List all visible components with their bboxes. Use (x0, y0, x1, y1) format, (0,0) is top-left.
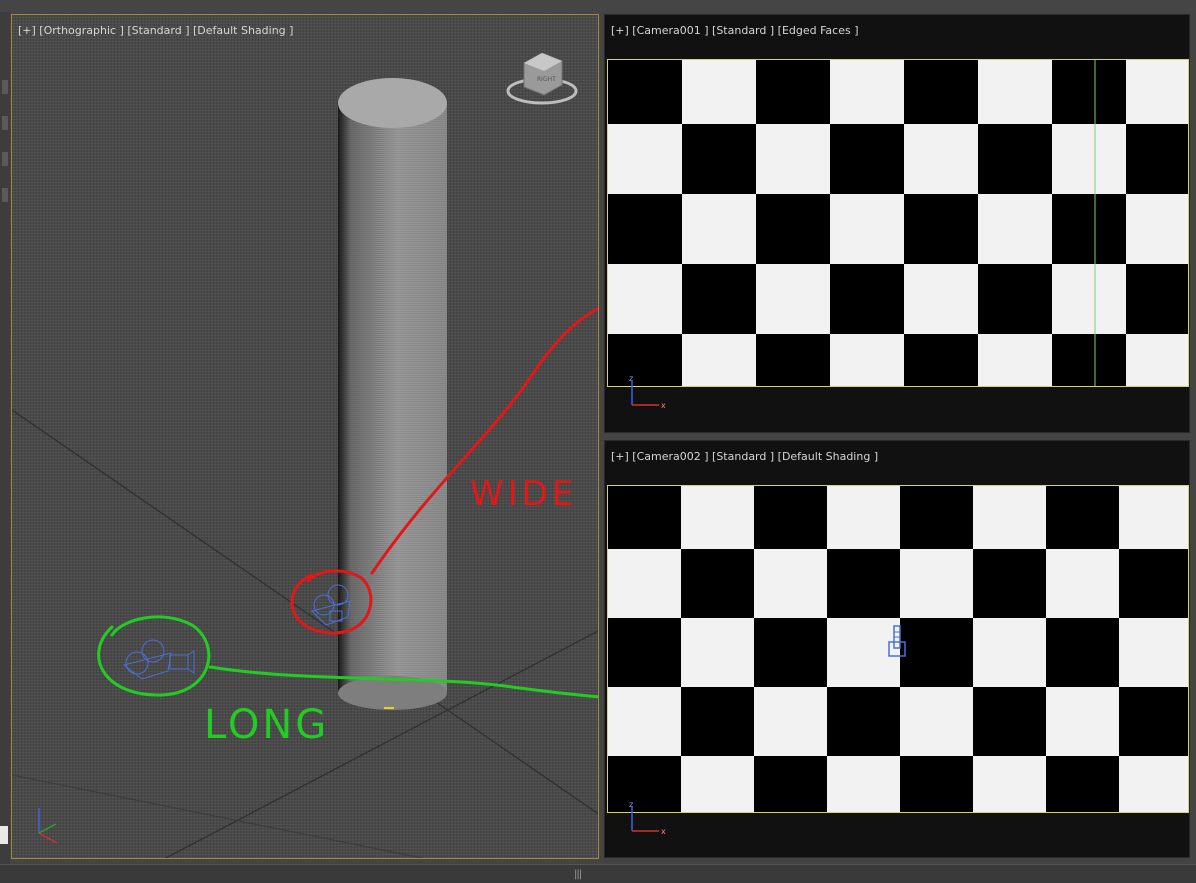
left-strip-tick[interactable] (2, 188, 8, 202)
checker-square (900, 756, 973, 812)
checker-square (608, 486, 681, 549)
camera002-viewport-label[interactable]: [+] [Camera002 ] [Standard ] [Default Sh… (611, 450, 878, 463)
axis-tripod-camera001: z x (629, 374, 666, 410)
left-strip-tick[interactable] (2, 116, 8, 130)
checker-square (978, 124, 1052, 194)
camera-long-icon[interactable] (122, 639, 195, 680)
checker-square (681, 549, 754, 618)
left-strip-panel[interactable] (0, 826, 8, 844)
checker-square (827, 549, 900, 618)
checker-square (1052, 194, 1126, 264)
left-strip-tick[interactable] (2, 80, 8, 94)
checker-square (1126, 124, 1188, 194)
camera001-safe-frame (607, 59, 1189, 387)
checker-square (1046, 756, 1119, 812)
checker-square (830, 124, 904, 194)
checker-square (754, 618, 827, 687)
checker-square (682, 264, 756, 334)
bottom-status-bar: ||| (0, 864, 1196, 883)
checker-square (608, 194, 682, 264)
checker-square (754, 756, 827, 812)
camera002-safe-frame (607, 485, 1189, 813)
checker-square (1052, 60, 1126, 124)
axis-z-label: z (629, 800, 633, 809)
checker-square (1119, 549, 1188, 618)
checker-square (827, 687, 900, 756)
checker-square (978, 264, 1052, 334)
checker-square (904, 194, 978, 264)
camera001-viewport-label[interactable]: [+] [Camera001 ] [Standard ] [Edged Face… (611, 24, 859, 37)
checker-square (756, 60, 830, 124)
checker-square (973, 549, 1046, 618)
checker-square (754, 486, 827, 549)
camera002-viewport[interactable]: [+] [Camera002 ] [Standard ] [Default Sh… (604, 440, 1190, 858)
checker-square (1046, 618, 1119, 687)
checker-square (1046, 486, 1119, 549)
axis-tripod-ortho (38, 808, 58, 844)
wide-annotation-text: WIDE (470, 474, 577, 514)
grid-line (12, 774, 425, 858)
camera001-viewport[interactable]: [+] [Camera001 ] [Standard ] [Edged Face… (604, 14, 1190, 433)
axis-tripod-camera002: z x (629, 800, 666, 836)
top-toolbar-strip (0, 0, 1196, 12)
checker-square (608, 618, 681, 687)
viewcube-face-label: RIGHT (537, 76, 556, 83)
axis-x-label: x (661, 827, 666, 836)
axis-z-label: z (629, 374, 633, 383)
ortho-scene: RIGHT WIDE LONG (12, 52, 598, 858)
checker-square (608, 60, 682, 124)
checker-square (1126, 264, 1188, 334)
cylinder-object[interactable] (338, 78, 447, 710)
axis-x-label: x (661, 401, 666, 410)
resize-grip[interactable]: ||| (574, 869, 582, 880)
orthographic-viewport[interactable]: RIGHT WIDE LONG [+] [Orthographic] [Sta… (11, 14, 599, 859)
checker-square (900, 618, 973, 687)
camera-target-icon[interactable] (886, 624, 910, 660)
viewcube-icon[interactable]: RIGHT (506, 52, 578, 105)
checker-square (756, 194, 830, 264)
checker-square (904, 334, 978, 386)
left-side-strip (0, 12, 10, 864)
grid-line (12, 409, 598, 815)
checker-square (1119, 687, 1188, 756)
checker-square (1052, 334, 1126, 386)
checker-pattern (608, 60, 1188, 386)
checker-square (830, 264, 904, 334)
checker-square (904, 60, 978, 124)
left-strip-tick[interactable] (2, 152, 8, 166)
checker-square (756, 334, 830, 386)
checker-square (900, 486, 973, 549)
checker-square (681, 687, 754, 756)
long-annotation-text: LONG (204, 702, 329, 748)
ortho-viewport-label[interactable]: [+] [Orthographic ] [Standard ] [Default… (18, 24, 293, 37)
checker-square (973, 687, 1046, 756)
checker-square (682, 124, 756, 194)
